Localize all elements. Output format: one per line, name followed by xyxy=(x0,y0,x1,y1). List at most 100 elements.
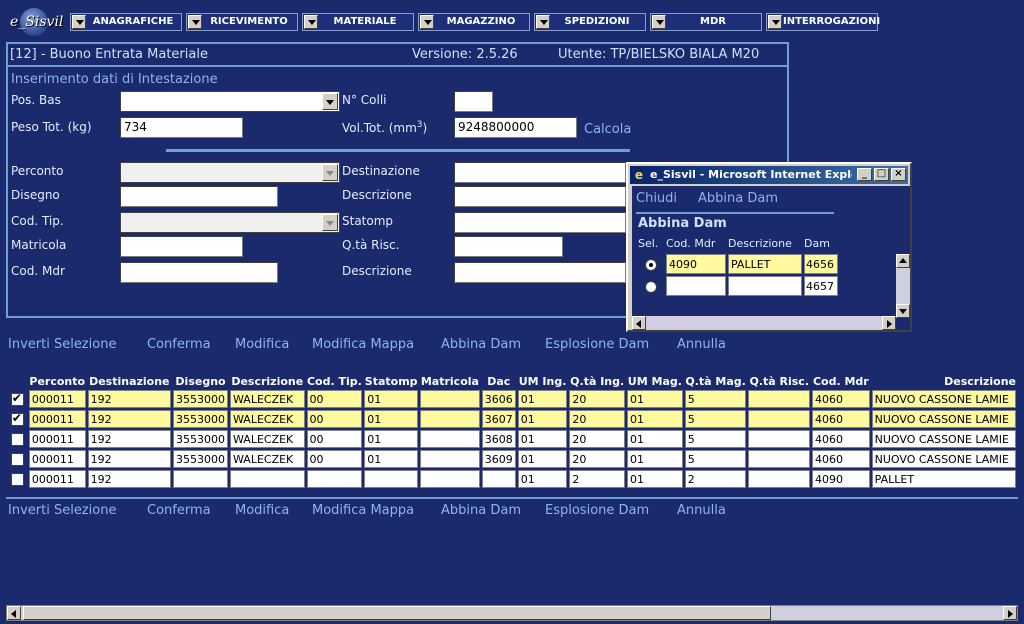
menu-label: RICEVIMENTO xyxy=(210,16,288,27)
annulla-link[interactable]: Annulla xyxy=(677,337,726,352)
conferma-link[interactable]: Conferma xyxy=(147,503,211,518)
popup-abbina-dam-link[interactable]: Abbina Dam xyxy=(698,191,778,206)
table-row[interactable]: 000011 192 3553000 WALECZEK 00 01 3608 01 20 01 5 4… xyxy=(8,430,1016,448)
popup-row: 4657 xyxy=(638,276,838,296)
table-cell: 4060 xyxy=(812,430,870,448)
row-select-cell xyxy=(8,450,27,468)
table-cell: 01 xyxy=(627,430,683,448)
scroll-down-icon[interactable] xyxy=(896,304,910,318)
menu-magazzino[interactable]: MAGAZZINO xyxy=(418,13,530,31)
table-row[interactable]: 000011 192 3553000 WALECZEK 00 01 3609 01 20 01 5 4… xyxy=(8,450,1016,468)
destinazione-input[interactable] xyxy=(454,162,626,183)
scroll-right-icon[interactable] xyxy=(882,316,896,330)
chevron-down-icon xyxy=(420,15,434,29)
scroll-left-icon[interactable] xyxy=(7,606,21,620)
minimize-icon[interactable]: _ xyxy=(857,168,872,181)
popup-title: e_Sisvil - Microsoft Internet Explor... xyxy=(650,168,852,181)
table-cell: 01 xyxy=(364,450,419,468)
col-header: Perconto xyxy=(28,374,86,388)
modifica-link[interactable]: Modifica xyxy=(235,337,289,352)
maximize-icon[interactable]: □ xyxy=(874,168,889,181)
scroll-left-icon[interactable] xyxy=(632,316,646,330)
chevron-down-icon[interactable] xyxy=(322,164,338,181)
row-checkbox[interactable] xyxy=(10,432,24,446)
table-cell: 01 xyxy=(517,410,568,428)
popup-vertical-scrollbar[interactable] xyxy=(896,254,910,318)
table-cell: 000011 xyxy=(28,450,86,468)
descrizione-input[interactable] xyxy=(454,186,626,207)
abbina-dam-link[interactable]: Abbina Dam xyxy=(441,337,521,352)
table-cell: 01 xyxy=(627,390,683,408)
col-header: Sel. xyxy=(638,236,659,250)
table-cell: 4060 xyxy=(812,390,870,408)
table-row[interactable]: 000011 192 01 2 01 2 4090 PALLET xyxy=(8,470,1016,488)
row-checkbox[interactable] xyxy=(10,391,24,406)
inverti-selezione-link[interactable]: Inverti Selezione xyxy=(8,503,116,518)
disegno-input[interactable] xyxy=(120,186,278,207)
popup-table-title-bar: Abbina Dam xyxy=(636,212,834,232)
peso-tot-input[interactable]: 734 xyxy=(120,117,243,138)
horizontal-scrollbar[interactable] xyxy=(6,605,1018,621)
menu-materiale[interactable]: MATERIALE xyxy=(302,13,414,31)
menu-anagrafiche[interactable]: ANAGRAFICHE xyxy=(70,13,182,31)
table-row[interactable]: 0000111923553000WALECZEK0001360601200154… xyxy=(8,390,1016,408)
vol-tot-input[interactable]: 9248800000 xyxy=(454,117,577,138)
table-cell: 000011 xyxy=(28,430,86,448)
menu-label: ANAGRAFICHE xyxy=(92,16,174,27)
chevron-down-icon xyxy=(72,15,86,29)
matricola-input[interactable] xyxy=(120,236,243,257)
modifica-mappa-link[interactable]: Modifica Mappa xyxy=(312,337,414,352)
popup-title-bar[interactable]: e e_Sisvil - Microsoft Internet Explor..… xyxy=(630,166,908,184)
table-cell xyxy=(481,470,516,488)
n-colli-input[interactable] xyxy=(454,91,493,112)
select-radio[interactable] xyxy=(645,258,657,271)
peso-tot-label: Peso Tot. (kg) xyxy=(11,120,92,134)
select-radio[interactable] xyxy=(645,280,657,293)
table-cell xyxy=(306,470,363,488)
popup-body: Chiudi Abbina Dam Abbina Dam Sel. Cod. M… xyxy=(632,186,910,330)
annulla-link[interactable]: Annulla xyxy=(677,503,726,518)
cod-mdr-input[interactable] xyxy=(120,262,278,283)
menu-spedizioni[interactable]: SPEDIZIONI xyxy=(534,13,646,31)
scroll-right-icon[interactable] xyxy=(1003,606,1017,620)
col-header: Cod. Mdr xyxy=(666,236,716,250)
conferma-link[interactable]: Conferma xyxy=(147,337,211,352)
cod-tip-select[interactable] xyxy=(120,212,340,233)
popup-header-row: Sel. Cod. Mdr Descrizione Dam xyxy=(638,234,838,252)
menu-mdr[interactable]: MDR xyxy=(650,13,762,31)
popup-horizontal-scrollbar[interactable] xyxy=(632,316,896,330)
esplosione-dam-link[interactable]: Esplosione Dam xyxy=(545,503,649,518)
statomp-input[interactable] xyxy=(454,212,626,233)
row-checkbox[interactable] xyxy=(10,452,24,466)
table-cell: 3553000 xyxy=(173,410,229,428)
table-row[interactable]: 0000111923553000WALECZEK0001360701200154… xyxy=(8,410,1016,428)
table-cell: 01 xyxy=(627,450,683,468)
qta-risc-input[interactable] xyxy=(454,236,563,257)
pos-bas-label: Pos. Bas xyxy=(11,93,61,107)
menu-ricevimento[interactable]: RICEVIMENTO xyxy=(186,13,298,31)
perconto-select[interactable] xyxy=(120,162,340,183)
descrizione2-input[interactable] xyxy=(454,262,626,283)
chiudi-link[interactable]: Chiudi xyxy=(636,191,677,206)
pos-bas-select[interactable] xyxy=(120,91,340,112)
form-title-bar: [12] - Buono Entrata Materiale Versione:… xyxy=(8,45,787,67)
modifica-mappa-link[interactable]: Modifica Mappa xyxy=(312,503,414,518)
modifica-link[interactable]: Modifica xyxy=(235,503,289,518)
abbina-dam-link[interactable]: Abbina Dam xyxy=(441,503,521,518)
section-title: Inserimento dati di Intestazione xyxy=(11,72,218,87)
row-checkbox[interactable] xyxy=(10,472,24,486)
calcola-link[interactable]: Calcola xyxy=(584,122,631,137)
col-header: Dac xyxy=(481,374,516,388)
menu-interrogazioni[interactable]: INTERROGAZIONI xyxy=(766,13,880,31)
esplosione-dam-link[interactable]: Esplosione Dam xyxy=(545,337,649,352)
table-cell xyxy=(748,390,811,408)
chevron-down-icon[interactable] xyxy=(322,214,338,231)
row-checkbox[interactable] xyxy=(10,411,24,426)
chevron-down-icon[interactable] xyxy=(322,93,338,110)
table-cell: WALECZEK xyxy=(230,450,305,468)
inverti-selezione-link[interactable]: Inverti Selezione xyxy=(8,337,116,352)
scroll-up-icon[interactable] xyxy=(896,254,910,268)
popup-cell xyxy=(666,276,726,296)
scroll-thumb[interactable] xyxy=(23,606,771,620)
close-icon[interactable]: × xyxy=(891,168,906,181)
